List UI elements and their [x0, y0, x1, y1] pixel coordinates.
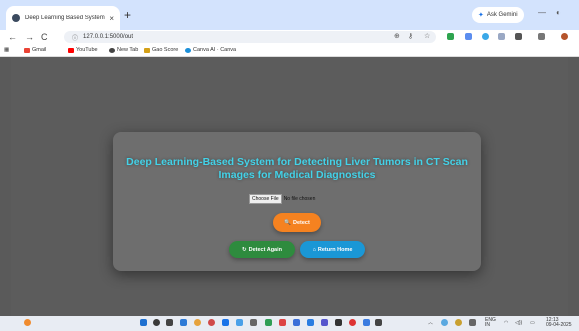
taskbar-app-icon[interactable]	[236, 319, 243, 326]
key-icon[interactable]: ⚷	[408, 30, 413, 44]
taskbar-app-icon[interactable]	[265, 319, 272, 326]
taskbar-app-icon[interactable]	[208, 319, 215, 326]
taskbar-app-icon[interactable]	[321, 319, 328, 326]
gao-score-icon	[144, 47, 150, 53]
gmail-icon	[24, 47, 30, 53]
browser-tab[interactable]: Deep Learning Based System D ×	[6, 6, 120, 30]
taskbar-app-icon[interactable]	[222, 319, 229, 326]
taskbar-app-icon[interactable]	[335, 319, 342, 326]
taskbar-app-icon[interactable]	[180, 319, 187, 326]
volume-icon[interactable]: ◁))	[515, 321, 522, 326]
home-icon: ⌂	[312, 246, 316, 253]
taskbar-app-icon[interactable]	[363, 319, 370, 326]
return-home-button[interactable]: ⌂ Return Home	[300, 241, 365, 258]
refresh-icon: ↻	[241, 246, 247, 253]
youtube-icon	[68, 47, 74, 53]
site-info-icon[interactable]: ⓘ	[72, 33, 78, 42]
detect-again-label: Detect Again	[248, 246, 283, 253]
gemini-icon: ✦	[478, 12, 484, 19]
file-status: No file chosen	[283, 196, 316, 202]
taskbar-app-icon[interactable]	[349, 319, 356, 326]
address-bar[interactable]: ⓘ 127.0.0.1:5000/out	[64, 31, 436, 43]
taskbar-app-icon[interactable]	[307, 319, 314, 326]
page-title-line-1: Deep Learning-Based System for Detecting…	[126, 156, 468, 168]
extension-blue-icon[interactable]	[482, 33, 489, 40]
taskbar-app-icon[interactable]	[194, 319, 201, 326]
minimize-icon[interactable]: —	[538, 8, 546, 17]
page-title: Deep Learning-Based System for Detecting…	[113, 156, 481, 182]
page-title-line-2: Images for Medical Diagnostics	[218, 169, 376, 181]
apps-grid-icon[interactable]: ▦	[4, 44, 9, 56]
start-icon[interactable]	[140, 319, 147, 326]
back-icon[interactable]: ←	[8, 30, 17, 44]
ask-gemini-label: Ask Gemini	[486, 12, 518, 18]
search-icon[interactable]	[153, 319, 160, 326]
avatar[interactable]	[561, 33, 568, 40]
address-url: 127.0.0.1:5000/out	[83, 34, 134, 40]
new-tab-button[interactable]: +	[124, 9, 131, 21]
detect-label: Detect	[293, 219, 310, 226]
reload-icon[interactable]: C	[41, 30, 48, 44]
tab-close-icon[interactable]: ×	[109, 14, 114, 23]
detect-button[interactable]: 🔍 Detect	[273, 213, 321, 232]
profile-icon[interactable]: ◐	[556, 8, 561, 17]
bookmark-gao-score[interactable]: Gao Score	[144, 44, 178, 56]
bookmark-canva[interactable]: Canva AI · Canva	[185, 44, 236, 56]
detect-again-button[interactable]: ↻ Detect Again	[229, 241, 295, 258]
tab-title: Deep Learning Based System D	[25, 15, 107, 21]
taskbar: ︿ ENG IN ◠ ◁)) ▭ 12:13 09-04-2025	[0, 316, 579, 331]
reader-icon[interactable]	[538, 33, 545, 40]
tab-strip: Deep Learning Based System D × + ✦ Ask G…	[0, 0, 579, 30]
zoom-icon[interactable]: ⊕	[394, 30, 400, 44]
file-input: Choose File No file chosen	[249, 194, 315, 204]
choose-file-button[interactable]: Choose File	[249, 194, 282, 204]
tray-chevron-icon[interactable]: ︿	[428, 321, 433, 326]
canva-icon	[185, 47, 191, 53]
tray-app-icon[interactable]	[455, 319, 462, 326]
tray-app-icon[interactable]	[441, 319, 448, 326]
bookmarks-bar: ▦ Gmail YouTube New Tab Gao Score Canva …	[0, 44, 579, 57]
detection-card: Deep Learning-Based System for Detecting…	[113, 132, 481, 271]
wifi-icon[interactable]: ◠	[504, 321, 508, 326]
bookmark-star-icon[interactable]: ☆	[424, 30, 430, 44]
task-view-icon[interactable]	[166, 319, 173, 326]
battery-icon[interactable]: ▭	[530, 321, 535, 326]
bookmark-new-tab[interactable]: New Tab	[109, 44, 138, 56]
taskbar-app-icon[interactable]	[279, 319, 286, 326]
taskbar-app-icon[interactable]	[293, 319, 300, 326]
forward-icon[interactable]: →	[25, 30, 34, 44]
return-home-label: Return Home	[317, 246, 353, 253]
extensions-icon[interactable]	[515, 33, 522, 40]
tray-app-icon[interactable]	[469, 319, 476, 326]
clock[interactable]: 12:13 09-04-2025	[546, 318, 572, 328]
extension-c-icon[interactable]	[465, 33, 472, 40]
bookmark-youtube[interactable]: YouTube	[68, 44, 98, 56]
site-favicon-icon	[12, 14, 20, 22]
taskbar-app-icon[interactable]	[375, 319, 382, 326]
extension-d-icon[interactable]	[498, 33, 505, 40]
extension-green-icon[interactable]	[447, 33, 454, 40]
language-indicator[interactable]: ENG IN	[485, 318, 496, 328]
taskbar-app-icon[interactable]	[250, 319, 257, 326]
weather-icon[interactable]	[24, 319, 31, 326]
detect-icon: 🔍	[284, 219, 292, 226]
ask-gemini-button[interactable]: ✦ Ask Gemini	[472, 7, 524, 23]
new-tab-icon	[109, 47, 115, 53]
bookmark-gmail[interactable]: Gmail	[24, 44, 46, 56]
